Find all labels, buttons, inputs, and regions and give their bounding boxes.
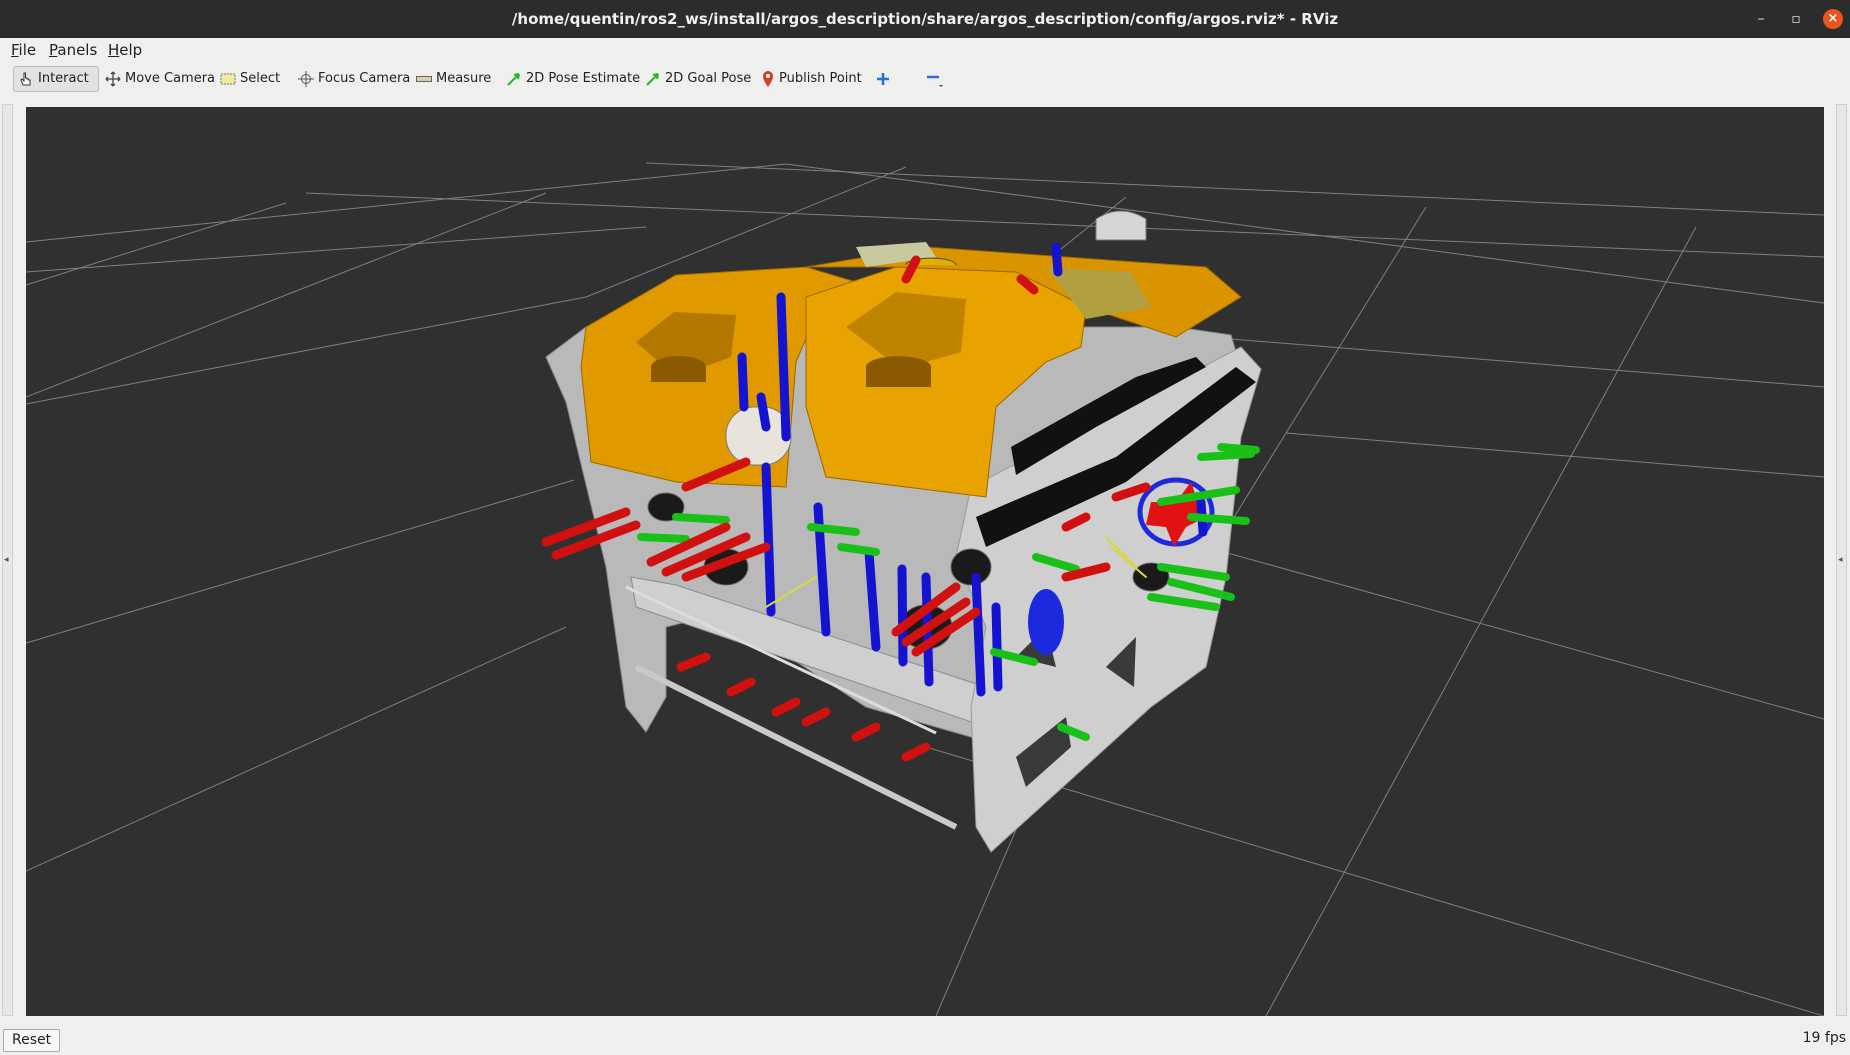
render-viewport[interactable] (26, 107, 1824, 1016)
status-bar: Reset 19 fps (0, 1026, 1850, 1055)
pose-estimate-tool-button[interactable]: 2D Pose Estimate (502, 66, 644, 92)
measure-tool-button[interactable]: Measure (412, 66, 495, 92)
pose-estimate-label: 2D Pose Estimate (526, 71, 641, 86)
minimize-button[interactable]: – (1746, 0, 1776, 38)
select-box-icon (220, 73, 236, 85)
add-tool-button[interactable] (872, 66, 894, 92)
hand-pointer-icon (20, 72, 31, 86)
focus-camera-tool-button[interactable]: Focus Camera (294, 66, 414, 92)
select-tool-button[interactable]: Select (216, 66, 284, 92)
green-arrow-icon (507, 73, 520, 86)
reset-button[interactable]: Reset (3, 1029, 61, 1052)
goal-pose-label: 2D Goal Pose (665, 71, 752, 86)
publish-point-label: Publish Point (779, 71, 862, 86)
fps-counter: 19 fps (1802, 1030, 1846, 1046)
focus-camera-label: Focus Camera (318, 71, 411, 86)
goal-pose-tool-button[interactable]: 2D Goal Pose (641, 66, 755, 92)
left-dock-handle[interactable]: ◂ (2, 104, 13, 1016)
map-pin-icon (763, 71, 773, 87)
minus-icon (927, 75, 943, 87)
title-bar: /home/quentin/ros2_ws/install/argos_desc… (0, 0, 1850, 38)
crosshair-icon (298, 71, 314, 87)
interact-label: Interact (38, 71, 89, 86)
window-title: /home/quentin/ros2_ws/install/argos_desc… (511, 10, 1339, 28)
menu-bar: File Panels Help (0, 38, 1850, 62)
move-camera-tool-button[interactable]: Move Camera (101, 66, 219, 92)
close-button[interactable]: × (1823, 9, 1843, 29)
maximize-button[interactable]: ▫ (1781, 0, 1811, 38)
publish-point-tool-button[interactable]: Publish Point (757, 66, 866, 92)
interact-tool-button[interactable]: Interact (13, 66, 99, 92)
measure-label: Measure (436, 71, 492, 86)
right-dock-handle[interactable]: ◂ (1836, 104, 1847, 1016)
move-camera-label: Move Camera (125, 71, 216, 86)
ruler-icon (416, 76, 432, 82)
remove-tool-button[interactable] (920, 66, 948, 92)
menu-help[interactable]: Help (108, 40, 142, 60)
tool-bar: Interact Move Camera Select Focus Camera… (0, 62, 1850, 96)
menu-panels[interactable]: Panels (49, 40, 97, 60)
move-arrows-icon (105, 71, 121, 87)
plus-icon (877, 73, 889, 85)
scene-canvas (26, 162, 1824, 1016)
green-arrow-icon (646, 73, 659, 86)
select-label: Select (240, 71, 281, 86)
menu-file[interactable]: File (11, 40, 36, 60)
